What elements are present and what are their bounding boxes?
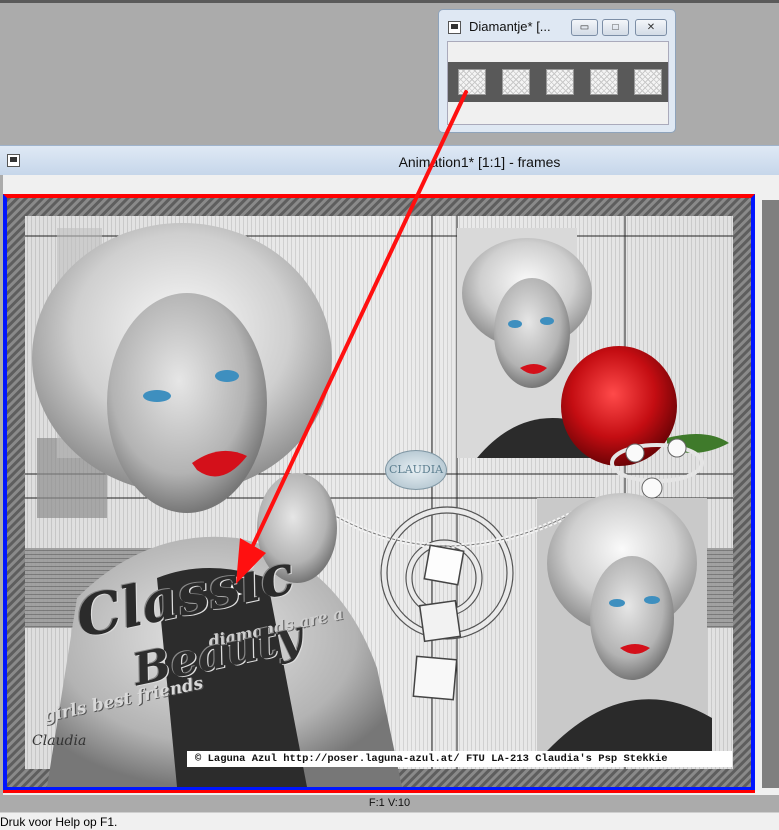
signature: Claudia (32, 733, 87, 749)
frame-thumbnail[interactable] (590, 69, 618, 95)
frame-thumbnail[interactable] (502, 69, 530, 95)
diamantje-window-title: Diamantje* [... (469, 19, 551, 34)
window-edge (0, 0, 779, 3)
frame-info: F:1 V:10 (368, 797, 411, 809)
app-icon (448, 21, 461, 34)
close-icon: ✕ (646, 22, 656, 33)
maximize-button[interactable]: □ (602, 19, 629, 36)
frame-thumbnail[interactable] (634, 69, 662, 95)
next-frame-preview[interactable] (762, 200, 779, 788)
frame-thumbnail[interactable] (546, 69, 574, 95)
diamantje-frames-view[interactable] (447, 41, 669, 125)
status-bar: Druk voor Help op F1. (0, 812, 779, 830)
frame-border (3, 790, 755, 793)
frame-strip[interactable] (448, 62, 668, 102)
diamantje-window[interactable]: Diamantje* [... ▭ □ ✕ (438, 9, 676, 133)
status-text: Druk voor Help op F1. (0, 815, 118, 829)
frame-artwork[interactable]: CLAUDIA Classic diamonds are a Beauty gi… (7, 198, 751, 787)
close-button[interactable]: ✕ (635, 19, 667, 36)
animation-window-titlebar[interactable]: Animation1* [1:1] - frames (0, 145, 779, 175)
watermark-badge: CLAUDIA (385, 450, 447, 490)
maximize-icon: □ (612, 22, 619, 33)
minimize-icon: ▭ (579, 22, 590, 33)
copyright-notice: © Laguna Azul http://poser.laguna-azul.a… (187, 751, 732, 767)
frame-thumbnail[interactable] (458, 69, 486, 95)
minimize-button[interactable]: ▭ (571, 19, 598, 36)
animation-window-title: Animation1* [1:1] - frames (398, 154, 561, 170)
